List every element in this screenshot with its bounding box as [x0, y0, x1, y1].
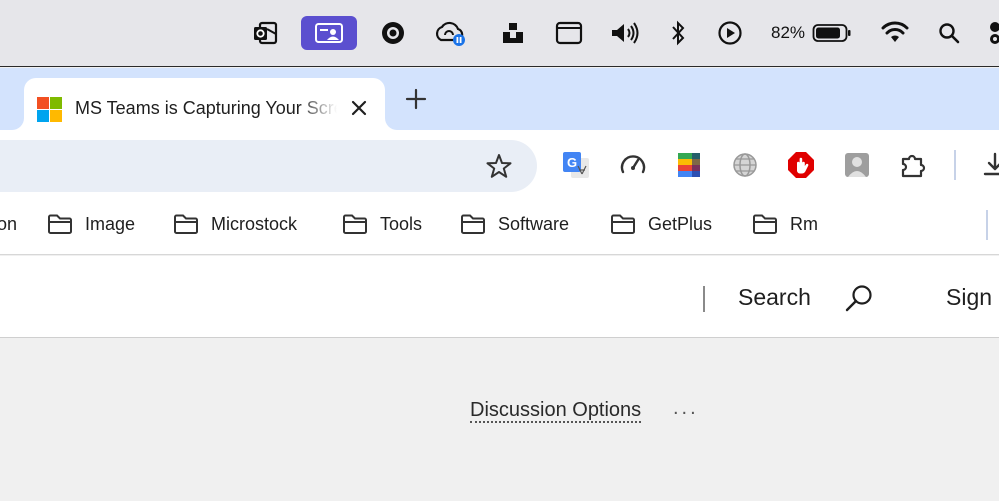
- plus-icon[interactable]: [403, 86, 429, 112]
- spotlight-search-icon[interactable]: [936, 16, 962, 50]
- microsoft-logo-icon: [37, 97, 62, 122]
- record-icon[interactable]: [378, 16, 408, 50]
- macos-menu-bar: 82%: [0, 0, 999, 67]
- toolbar-separator: [954, 150, 956, 180]
- volume-icon[interactable]: [608, 16, 642, 50]
- google-translate-icon[interactable]: G: [561, 150, 591, 180]
- play-icon[interactable]: [716, 16, 744, 50]
- bookmark-label: GetPlus: [648, 213, 713, 234]
- cloud-sync-icon[interactable]: [433, 16, 469, 50]
- tab-strip: MS Teams is Capturing Your Screen: [0, 68, 999, 130]
- address-bar[interactable]: [0, 140, 537, 192]
- avatar-icon[interactable]: [842, 150, 872, 180]
- bookmark-label: Software: [498, 213, 570, 234]
- battery-percent-text: 82%: [770, 23, 806, 42]
- speedometer-icon[interactable]: [618, 150, 648, 180]
- bookmark-folder-microstock[interactable]: Microstock: [173, 212, 297, 236]
- tab-title: MS Teams is Capturing Your Screen: [75, 98, 337, 118]
- folder-icon: [343, 214, 367, 234]
- battery-percent: 82%: [766, 16, 810, 50]
- outlook-icon[interactable]: [250, 16, 280, 50]
- bookmark-partial[interactable]: on: [0, 212, 17, 236]
- folder-icon: [174, 214, 198, 234]
- active-tab[interactable]: MS Teams is Capturing Your Screen: [24, 78, 385, 130]
- close-icon[interactable]: [348, 97, 370, 119]
- header-divider: [703, 286, 705, 312]
- star-icon[interactable]: [485, 152, 513, 180]
- tab-corner: [0, 108, 24, 130]
- search-link[interactable]: Search: [738, 284, 811, 311]
- folder-icon: [461, 214, 485, 234]
- download-icon[interactable]: [980, 150, 999, 180]
- bookmark-folder-software[interactable]: Software: [460, 212, 569, 236]
- page-header: Search Sign: [0, 256, 999, 338]
- unsplash-icon[interactable]: [499, 16, 527, 50]
- bookmarks-separator: [986, 210, 988, 240]
- bookmark-label: Image: [85, 213, 136, 234]
- sign-in-link[interactable]: Sign: [946, 284, 992, 311]
- folder-icon: [753, 214, 777, 234]
- battery-icon[interactable]: [811, 16, 853, 50]
- window-icon[interactable]: [554, 16, 584, 50]
- folder-icon: [48, 214, 72, 234]
- adblock-icon[interactable]: [786, 150, 816, 180]
- bookmark-label: on: [0, 213, 18, 234]
- bookmark-label: Rm: [790, 213, 818, 234]
- bookmark-label: Microstock: [211, 213, 298, 234]
- discussion-options-link[interactable]: Discussion Options: [470, 399, 642, 423]
- search-icon[interactable]: [843, 282, 875, 314]
- more-options-button[interactable]: ...: [673, 397, 699, 420]
- puzzle-extensions-icon[interactable]: [898, 150, 928, 180]
- page-content: Discussion Options ...: [0, 339, 999, 501]
- control-center-icon[interactable]: [986, 16, 999, 50]
- google-workspace-icon[interactable]: [674, 150, 704, 180]
- bookmark-folder-rm[interactable]: Rm: [752, 212, 818, 236]
- bookmark-label: Tools: [380, 213, 423, 234]
- tab-corner: [385, 108, 399, 130]
- bookmark-folder-image[interactable]: Image: [47, 212, 135, 236]
- wifi-icon[interactable]: [879, 16, 911, 50]
- bookmarks-bar: on Image Microstock Tools Software GetPl…: [0, 198, 999, 255]
- folder-icon: [611, 214, 635, 234]
- bluetooth-icon[interactable]: [668, 16, 688, 50]
- svg-text:G: G: [567, 155, 577, 170]
- globe-icon[interactable]: [730, 150, 760, 180]
- bookmark-folder-tools[interactable]: Tools: [342, 212, 422, 236]
- bookmark-folder-getplus[interactable]: GetPlus: [610, 212, 712, 236]
- screen-share-icon[interactable]: [301, 16, 357, 50]
- browser-toolbar: G: [0, 130, 999, 198]
